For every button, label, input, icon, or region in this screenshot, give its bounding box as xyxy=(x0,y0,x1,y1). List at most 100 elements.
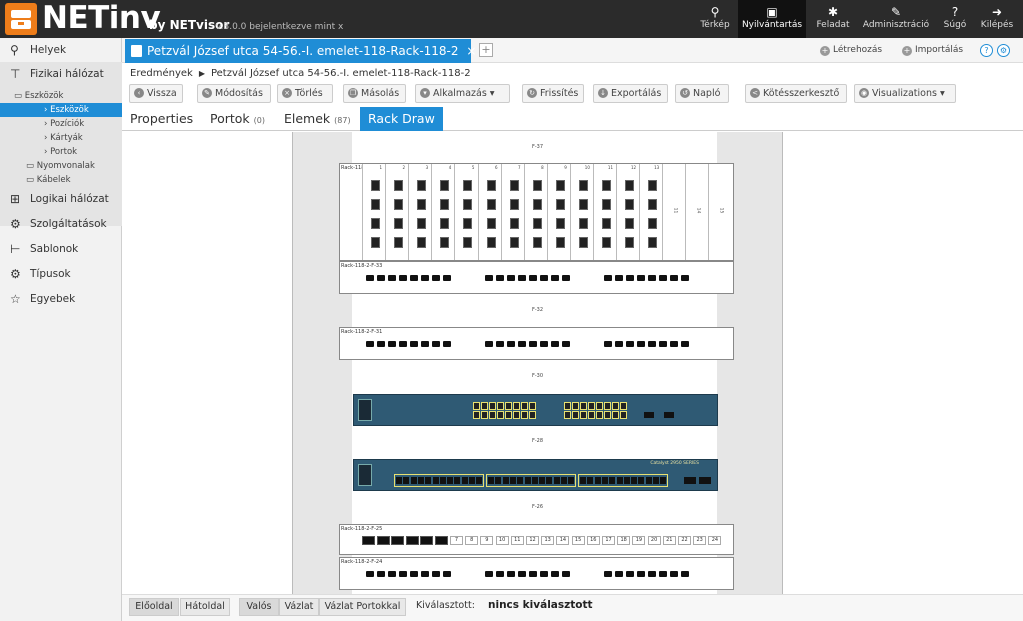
rj45-port xyxy=(440,180,450,191)
tree-item-nyomvonalak[interactable]: ▭ Nyomvonalak xyxy=(0,159,122,173)
close-tab-icon[interactable]: × xyxy=(466,44,476,58)
patch-panel-f24[interactable]: Rack-118-2-F-24 xyxy=(339,557,734,590)
patch-panel-f33[interactable]: Rack-118-2-F-33 xyxy=(339,261,734,294)
nav-nyilvantartas[interactable]: ▣ Nyilvántartás xyxy=(738,0,806,38)
sidebar-item-tipusok[interactable]: ⚙ Típusok xyxy=(0,262,122,286)
patch-port-label: 11 xyxy=(510,536,524,545)
binding-editor-button[interactable]: < Kötésszerkesztő xyxy=(745,84,847,103)
nav-sugo[interactable]: ? Súgó xyxy=(938,0,972,38)
tree-item-eszkozok-folder[interactable]: ▭ Eszközök xyxy=(0,89,122,103)
logout-icon: ➜ xyxy=(991,5,1003,19)
catalyst-switch[interactable]: Catalyst 2950 SERIES xyxy=(353,459,718,491)
app-window: NETinv by NETvisor v.3.0.0 bejelentkezve… xyxy=(0,0,1023,621)
tab-elemek[interactable]: Elemek (87) xyxy=(284,107,351,131)
help-icon: ? xyxy=(951,5,959,19)
sidebar-item-logikai-halozat[interactable]: ⊞ Logikai hálózat xyxy=(0,187,122,211)
settings-icon[interactable]: ⚙ xyxy=(997,44,1010,57)
patch-panel-f25[interactable]: Rack-118-2-F-25 7 8 9 10 11 12 13 14 15 16 17 18 19 2… xyxy=(339,524,734,555)
line-card: 1 xyxy=(362,164,384,260)
nav-kilepes[interactable]: ➜ Kilépés xyxy=(976,0,1018,38)
delete-button[interactable]: × Törlés xyxy=(277,84,333,103)
mode-sketch-button[interactable]: Vázlat xyxy=(279,598,319,616)
switch-port xyxy=(410,477,417,484)
patch-port xyxy=(377,341,385,347)
sidebar-item-helyek[interactable]: ⚲ Helyek xyxy=(0,38,122,62)
patch-port xyxy=(366,275,374,281)
rj45-port xyxy=(625,237,635,248)
rj45-port xyxy=(625,180,635,191)
types-icon: ⚙ xyxy=(10,267,21,281)
folder-icon: ▭ xyxy=(14,91,25,101)
patch-port xyxy=(681,341,689,347)
network-switch[interactable] xyxy=(353,394,718,426)
back-side-button[interactable]: Hátoldal xyxy=(180,598,230,616)
import-button[interactable]: + Importálás xyxy=(902,38,963,63)
switch-port xyxy=(553,477,560,484)
switch-port xyxy=(469,477,475,484)
uplink-port xyxy=(684,477,696,484)
refresh-button[interactable]: ↻ Frissítés xyxy=(522,84,584,103)
nav-adminisztracio[interactable]: ✎ Adminisztráció xyxy=(860,0,932,38)
sidebar-item-egyebek[interactable]: ☆ Egyebek xyxy=(0,287,122,311)
patch-port xyxy=(529,341,537,347)
mode-real-button[interactable]: Valós xyxy=(239,598,279,616)
tab-properties[interactable]: Properties xyxy=(130,107,193,131)
rj45-port xyxy=(440,199,450,210)
patch-panel-f31[interactable]: Rack-118-2-F-31 xyxy=(339,327,734,360)
create-button[interactable]: + Létrehozás xyxy=(820,38,882,63)
tree-item-poziciok[interactable]: › Pozíciók xyxy=(0,117,122,131)
tab-rack-118-2[interactable]: Petzvál József utca 54-56.-I. emelet-118… xyxy=(125,39,476,63)
tab-portok[interactable]: Portok (0) xyxy=(210,107,265,131)
nav-terkep[interactable]: ⚲ Térkép xyxy=(696,0,734,38)
edit-button[interactable]: ✎ Módosítás xyxy=(197,84,271,103)
mode-sketch-ports-button[interactable]: Vázlat Portokkal xyxy=(319,598,406,616)
copy-button[interactable]: ❐ Másolás xyxy=(343,84,406,103)
rj45-port xyxy=(625,199,635,210)
switch-port xyxy=(596,411,603,419)
tree-item-portok[interactable]: › Portok xyxy=(0,145,122,159)
patch-port-connected xyxy=(362,536,375,545)
sidebar-item-fizikai-halozat[interactable]: ⊤ Fizikai hálózat xyxy=(0,62,122,86)
card-number: 6 xyxy=(494,165,498,170)
front-side-button[interactable]: Előoldal xyxy=(129,598,179,616)
back-button[interactable]: ‹ Vissza xyxy=(129,84,183,103)
breadcrumb: Eredmények ▶ Petzvál József utca 54-56.-I.… xyxy=(130,68,471,79)
export-button[interactable]: ↓ Exportálás xyxy=(593,84,668,103)
sidebar-item-szolgaltatasok[interactable]: ⚙ Szolgáltatások xyxy=(0,212,122,236)
tree-item-eszkozok[interactable]: › Eszközök xyxy=(0,103,122,117)
add-tab-button[interactable]: + xyxy=(479,43,493,57)
document-icon xyxy=(131,45,142,57)
rj45-port xyxy=(578,237,588,248)
rj45-port xyxy=(394,237,404,248)
nav-feladat[interactable]: ✱ Feladat xyxy=(812,0,854,38)
chassis-rack-118[interactable]: Rack-118 1 2 3 4 5 6 7 8 9 10 11 12 13 11 14 15 xyxy=(339,163,734,261)
switch-port xyxy=(524,477,531,484)
switch-port xyxy=(509,477,516,484)
visualizations-dropdown[interactable]: ◉ Visualizations ▾ xyxy=(854,84,956,103)
chevron-right-icon: ▶ xyxy=(198,69,205,78)
patch-port-connected xyxy=(420,536,434,545)
apply-dropdown[interactable]: ▾ Alkalmazás ▾ xyxy=(415,84,510,103)
card-number: 9 xyxy=(564,165,567,170)
sidebar-item-sablonok[interactable]: ⊢ Sablonok xyxy=(0,237,122,261)
help-icon[interactable]: ? xyxy=(980,44,993,57)
switch-port xyxy=(620,402,627,410)
patch-port xyxy=(648,275,656,281)
chevron-down-icon: ▾ xyxy=(486,88,495,99)
log-button[interactable]: ↺ Napló xyxy=(675,84,729,103)
switch-port xyxy=(517,477,524,484)
tree-item-kartyak[interactable]: › Kártyák xyxy=(0,131,122,145)
patch-port-label: 9 xyxy=(480,536,494,545)
patch-port xyxy=(485,571,493,577)
patch-port xyxy=(540,275,548,281)
patch-port xyxy=(366,571,374,577)
rj45-port xyxy=(625,218,635,229)
tab-rack-draw[interactable]: Rack Draw xyxy=(360,107,443,131)
patch-port xyxy=(562,341,570,347)
tree-item-kabelek[interactable]: ▭ Kábelek xyxy=(0,173,122,187)
patch-port xyxy=(377,571,385,577)
line-card: 3 xyxy=(408,164,431,260)
breadcrumb-root[interactable]: Eredmények xyxy=(130,68,193,79)
switch-port xyxy=(660,477,667,484)
rj45-port xyxy=(463,199,473,210)
